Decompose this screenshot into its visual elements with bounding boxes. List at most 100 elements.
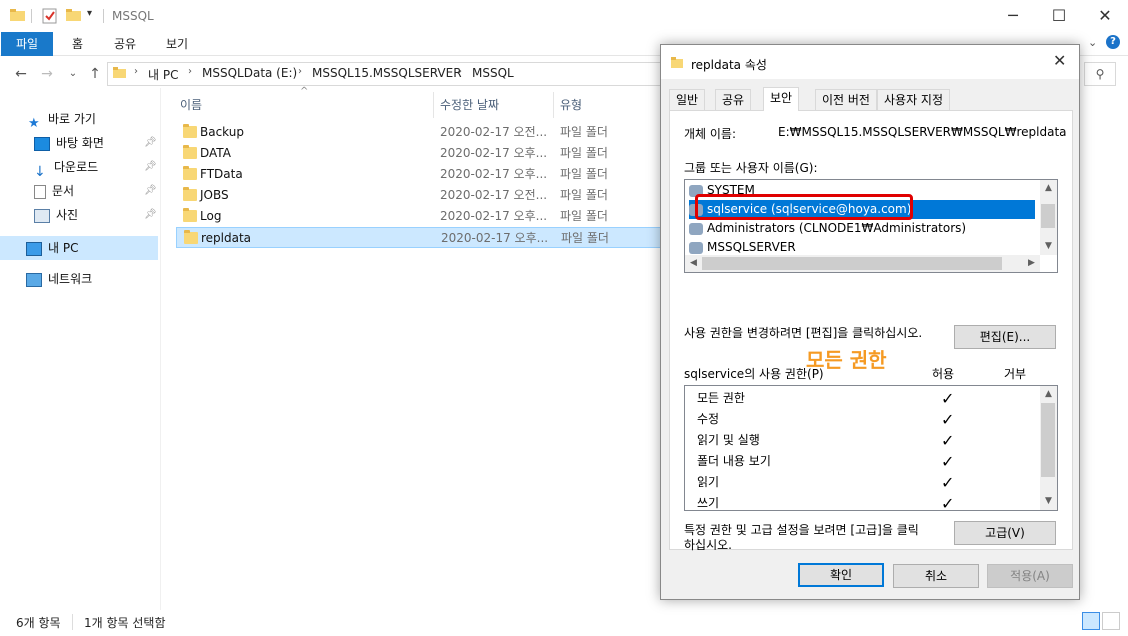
download-icon: ↓ xyxy=(34,163,46,180)
file-name: Backup xyxy=(200,125,244,139)
desktop-icon xyxy=(34,136,50,151)
scroll-down-icon[interactable]: ▼ xyxy=(1040,493,1057,510)
advanced-button[interactable]: 고급(V) xyxy=(954,521,1056,545)
chevron-right-icon: › xyxy=(458,66,462,77)
properties-icon[interactable] xyxy=(42,8,58,27)
scroll-down-icon[interactable]: ▼ xyxy=(1040,238,1057,255)
forward-button[interactable]: → xyxy=(36,62,58,86)
scroll-up-icon[interactable]: ▲ xyxy=(1040,180,1057,197)
nav-this-pc[interactable]: 내 PC xyxy=(26,237,78,259)
column-header-type[interactable]: 유형 xyxy=(560,96,582,113)
column-divider[interactable] xyxy=(433,92,434,118)
breadcrumb-drive[interactable]: MSSQLData (E:) xyxy=(202,66,297,80)
tab-previous-versions[interactable]: 이전 버전 xyxy=(815,89,877,110)
cancel-button[interactable]: 취소 xyxy=(893,564,979,588)
up-button[interactable]: ↑ xyxy=(84,62,106,86)
permissions-listbox[interactable]: 모든 권한 ✓ 수정 ✓ 읽기 및 실행 ✓ 폴더 내용 보기 ✓ 읽기 ✓ 쓰기 ✓ ▲ … xyxy=(684,385,1058,511)
edit-hint: 사용 권한을 변경하려면 [편집]을 클릭하십시오. xyxy=(684,326,923,340)
permissions-label: sqlservice의 사용 권한(P) xyxy=(684,367,824,381)
tab-share[interactable]: 공유 xyxy=(100,32,150,56)
scroll-thumb[interactable] xyxy=(702,257,1002,270)
nav-label: 문서 xyxy=(52,184,75,198)
help-icon[interactable]: ? xyxy=(1106,35,1120,49)
pin-icon[interactable]: 📌︎ xyxy=(144,156,157,178)
nav-network[interactable]: 네트워크 xyxy=(26,268,92,290)
column-header-name[interactable]: 이름 xyxy=(180,96,202,113)
file-name: DATA xyxy=(200,146,231,160)
view-switcher xyxy=(1080,612,1120,633)
nav-desktop[interactable]: 바탕 화면 📌︎ xyxy=(34,132,158,154)
column-header-date[interactable]: 수정한 날짜 xyxy=(440,96,499,113)
nav-downloads[interactable]: ↓ 다운로드 📌︎ xyxy=(34,156,158,180)
star-icon: ★ xyxy=(28,115,40,131)
breadcrumb-mssql[interactable]: MSSQL xyxy=(472,66,514,80)
file-row[interactable]: JOBS 2020-02-17 오전... 파일 폴더 xyxy=(176,185,666,206)
folder-icon xyxy=(10,8,26,25)
pin-icon[interactable]: 📌︎ xyxy=(144,132,157,154)
status-divider xyxy=(72,614,73,630)
file-row[interactable]: Backup 2020-02-17 오전... 파일 폴더 xyxy=(176,122,666,143)
scroll-left-icon[interactable]: ◀ xyxy=(685,255,702,272)
object-name-value: E:₩MSSQL15.MSSQLSERVER₩MSSQL₩repldata xyxy=(778,125,1067,139)
scroll-right-icon[interactable]: ▶ xyxy=(1023,255,1040,272)
customize-qat-icon[interactable]: ▾ xyxy=(87,8,92,19)
file-row-selected[interactable]: repldata 2020-02-17 오후... 파일 폴더 xyxy=(176,227,666,248)
permission-row: 읽기 및 실행 ✓ xyxy=(697,430,997,451)
expand-ribbon-icon[interactable]: ⌄ xyxy=(1088,36,1097,49)
nav-documents[interactable]: 문서 📌︎ xyxy=(34,180,158,202)
new-folder-icon[interactable] xyxy=(66,8,82,25)
minimize-button[interactable]: ─ xyxy=(990,0,1036,32)
nav-pictures[interactable]: 사진 📌︎ xyxy=(34,204,158,226)
tab-security[interactable]: 보안 xyxy=(763,87,800,111)
selection-highlight-box xyxy=(695,194,913,220)
back-button[interactable]: ← xyxy=(10,62,32,86)
check-icon: ✓ xyxy=(941,473,955,492)
nav-label: 다운로드 xyxy=(54,160,99,174)
vertical-scrollbar[interactable]: ▲ ▼ xyxy=(1040,386,1057,510)
permission-name: 읽기 xyxy=(697,475,720,489)
tab-view[interactable]: 보기 xyxy=(152,32,202,56)
tab-sharing[interactable]: 공유 xyxy=(715,89,752,110)
security-tab-panel: 개체 이름: E:₩MSSQL15.MSSQLSERVER₩MSSQL₩repl… xyxy=(669,110,1073,552)
scroll-thumb[interactable] xyxy=(1041,403,1055,477)
permission-name: 쓰기 xyxy=(697,496,720,510)
vertical-scrollbar[interactable]: ▲ ▼ xyxy=(1040,180,1057,255)
search-box[interactable]: ⚲ xyxy=(1084,62,1116,86)
details-view-icon[interactable] xyxy=(1082,612,1100,630)
pictures-icon xyxy=(34,208,50,223)
file-name: FTData xyxy=(200,167,243,181)
pane-divider[interactable] xyxy=(160,88,161,610)
file-row[interactable]: Log 2020-02-17 오후... 파일 폴더 xyxy=(176,206,666,227)
scroll-thumb[interactable] xyxy=(1041,204,1055,228)
large-icons-view-icon[interactable] xyxy=(1102,612,1120,630)
permission-row: 모든 권한 ✓ xyxy=(697,388,997,409)
close-button[interactable]: ✕ xyxy=(1082,0,1128,32)
folder-icon xyxy=(183,187,197,201)
tab-home[interactable]: 홈 xyxy=(58,32,97,56)
pin-icon[interactable]: 📌︎ xyxy=(144,180,157,202)
horizontal-scrollbar[interactable]: ◀ ▶ xyxy=(685,255,1040,272)
column-divider[interactable] xyxy=(553,92,554,118)
dialog-close-button[interactable]: ✕ xyxy=(1053,51,1066,70)
scroll-up-icon[interactable]: ▲ xyxy=(1040,386,1057,403)
file-row[interactable]: DATA 2020-02-17 오후... 파일 폴더 xyxy=(176,143,666,164)
nav-quick-access[interactable]: ★ 바로 가기 xyxy=(28,108,96,131)
file-name: Log xyxy=(200,209,222,223)
tab-file[interactable]: 파일 xyxy=(1,32,54,56)
breadcrumb-instance[interactable]: MSSQL15.MSSQLSERVER xyxy=(312,66,462,80)
dialog-title: repldata 속성 xyxy=(691,58,767,72)
pin-icon[interactable]: 📌︎ xyxy=(144,204,157,226)
object-name-label: 개체 이름: xyxy=(684,127,737,141)
tab-customize[interactable]: 사용자 지정 xyxy=(877,89,951,110)
breadcrumb-this-pc[interactable]: 내 PC xyxy=(148,66,178,83)
tab-general[interactable]: 일반 xyxy=(669,89,706,110)
file-type: 파일 폴더 xyxy=(560,167,608,181)
ok-button[interactable]: 확인 xyxy=(798,563,884,587)
recent-locations-icon[interactable]: ⌄ xyxy=(62,62,84,86)
file-row[interactable]: FTData 2020-02-17 오후... 파일 폴더 xyxy=(176,164,666,185)
status-selection: 1개 항목 선택함 xyxy=(84,616,166,630)
apply-button[interactable]: 적용(A) xyxy=(987,564,1073,588)
user-row[interactable]: Administrators (CLNODE1₩Administrators) xyxy=(689,219,1035,238)
edit-button[interactable]: 편집(E)... xyxy=(954,325,1056,349)
maximize-button[interactable]: ☐ xyxy=(1036,0,1082,32)
